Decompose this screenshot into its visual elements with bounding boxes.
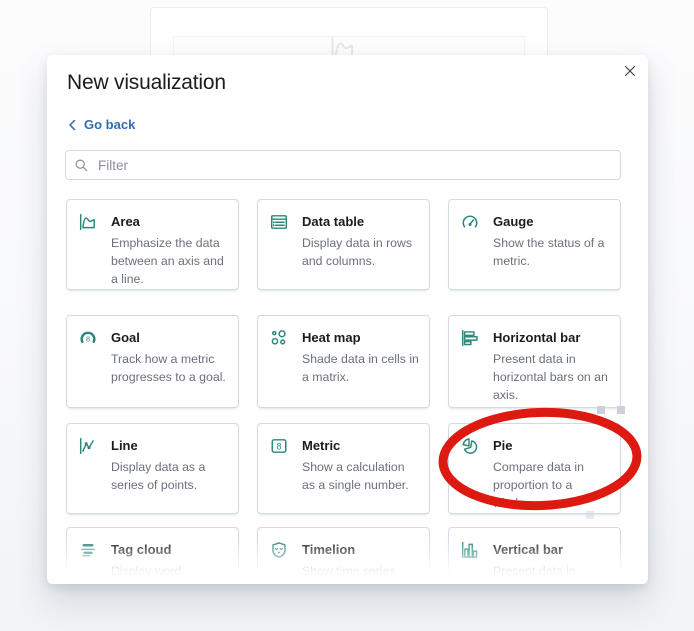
gauge-icon xyxy=(461,213,479,231)
filter-input[interactable] xyxy=(96,156,612,174)
viz-card-timelion[interactable]: Timelion Show time series data on a graph… xyxy=(257,527,430,584)
viz-card-data-table[interactable]: Data table Display data in rows and colum… xyxy=(257,199,430,290)
viz-card-pie[interactable]: Pie Compare data in proportion to a whole… xyxy=(448,423,621,514)
viz-card-description: Show a calculation as a single number. xyxy=(302,460,409,492)
filter-searchbox[interactable] xyxy=(65,150,621,180)
viz-card-tag-cloud[interactable]: Tag cloud Display word frequency with fon… xyxy=(66,527,239,584)
horizontal-bar-icon xyxy=(461,329,479,347)
viz-card-title: Line xyxy=(111,438,138,453)
line-chart-icon xyxy=(79,437,97,455)
viz-card-title: Horizontal bar xyxy=(493,330,581,345)
viz-card-horizontal-bar[interactable]: Horizontal bar Present data in horizontal… xyxy=(448,315,621,408)
area-chart-icon xyxy=(79,213,97,231)
viz-card-gauge[interactable]: Gauge Show the status of a metric. xyxy=(448,199,621,290)
viz-card-description: Present data in horizontal bars on an ax… xyxy=(493,352,608,402)
viz-card-title: Tag cloud xyxy=(111,542,172,557)
viz-card-description: Compare data in proportion to a whole. xyxy=(493,460,584,510)
annotation-handle xyxy=(586,511,594,519)
search-icon xyxy=(74,158,89,173)
viz-card-title: Pie xyxy=(493,438,513,453)
svg-text:8: 8 xyxy=(86,335,90,344)
viz-card-title: Data table xyxy=(302,214,365,229)
pie-chart-icon xyxy=(461,437,479,455)
viz-card-description: Show time series data on a graph. xyxy=(302,564,396,584)
vertical-bar-icon xyxy=(461,541,479,559)
viz-card-title: Metric xyxy=(302,438,341,453)
heat-map-icon xyxy=(270,329,288,347)
go-back-label: Go back xyxy=(84,117,136,132)
visualization-grid: Area Emphasize the data between an axis a… xyxy=(66,199,623,584)
metric-icon: 8 xyxy=(270,437,288,455)
timelion-icon xyxy=(270,541,288,559)
viz-card-description: Emphasize the data between an axis and a… xyxy=(111,236,224,286)
viz-card-description: Shade data in cells in a matrix. xyxy=(302,352,419,384)
viz-card-heat-map[interactable]: Heat map Shade data in cells in a matrix. xyxy=(257,315,430,408)
close-icon[interactable] xyxy=(619,60,641,82)
viz-card-title: Timelion xyxy=(302,542,356,557)
modal-title: New visualization xyxy=(67,71,226,94)
viz-card-title: Goal xyxy=(111,330,140,345)
viz-card-vertical-bar[interactable]: Vertical bar Present data in vertical bar… xyxy=(448,527,621,584)
viz-card-title: Vertical bar xyxy=(493,542,564,557)
viz-card-title: Gauge xyxy=(493,214,534,229)
viz-card-title: Heat map xyxy=(302,330,361,345)
goal-icon: 8 xyxy=(79,329,97,347)
viz-card-description: Display data as a series of points. xyxy=(111,460,206,492)
viz-card-description: Present data in vertical bars on an axis… xyxy=(493,564,593,584)
viz-card-description: Display data in rows and columns. xyxy=(302,236,413,268)
viz-card-line[interactable]: Line Display data as a series of points. xyxy=(66,423,239,514)
go-back-link[interactable]: Go back xyxy=(67,117,135,132)
viz-card-description: Show the status of a metric. xyxy=(493,236,605,268)
viz-card-title: Area xyxy=(111,214,140,229)
viz-card-goal[interactable]: 8 Goal Track how a metric progresses to a … xyxy=(66,315,239,408)
viz-card-description: Display word frequency with font size. xyxy=(111,564,214,584)
viz-card-metric[interactable]: 8 Metric Show a calculation as a single nu… xyxy=(257,423,430,514)
svg-text:8: 8 xyxy=(276,442,281,452)
tag-cloud-icon xyxy=(79,541,97,559)
data-table-icon xyxy=(270,213,288,231)
new-visualization-modal: New visualization Go back Area Emphasize … xyxy=(47,55,648,584)
annotation-handle xyxy=(617,406,625,414)
viz-card-description: Track how a metric progresses to a goal. xyxy=(111,352,226,384)
viz-card-area[interactable]: Area Emphasize the data between an axis a… xyxy=(66,199,239,290)
annotation-handle xyxy=(597,406,605,414)
chevron-left-icon xyxy=(67,119,78,131)
